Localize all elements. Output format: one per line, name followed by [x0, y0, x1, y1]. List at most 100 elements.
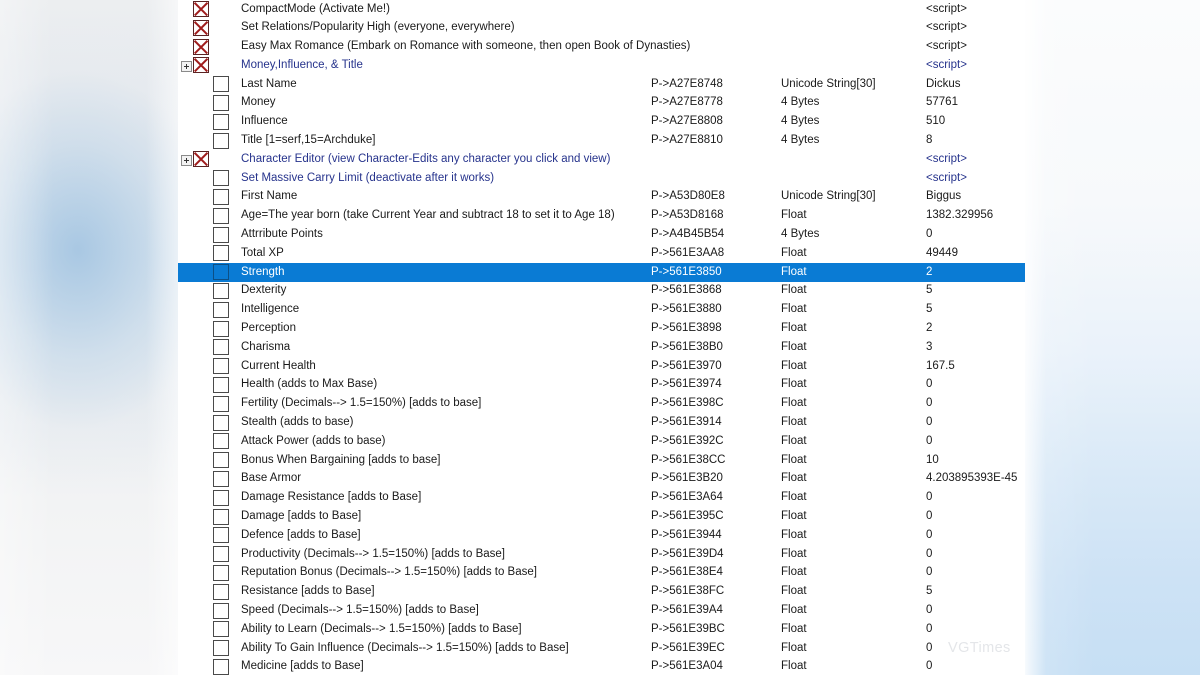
row-description: Fertility (Decimals--> 1.5=150%) [adds t… — [241, 397, 482, 410]
row-value: 5 — [926, 284, 933, 297]
row-checkbox-checked[interactable] — [193, 38, 209, 55]
row-checkbox-checked[interactable] — [193, 19, 209, 36]
row-checkbox[interactable] — [213, 282, 229, 299]
row-description: Reputation Bonus (Decimals--> 1.5=150%) … — [241, 566, 537, 579]
row-type: Float — [781, 547, 807, 560]
table-row[interactable]: Set Massive Carry Limit (deactivate afte… — [178, 169, 1025, 188]
row-checkbox[interactable] — [213, 264, 229, 281]
row-checkbox[interactable] — [213, 376, 229, 393]
row-address: P->A53D80E8 — [651, 190, 725, 203]
row-type: Float — [781, 265, 807, 278]
table-row[interactable]: Easy Max Romance (Embark on Romance with… — [178, 38, 1025, 57]
cheat-table-list[interactable]: CompactMode (Activate Me!) <script> Set Re… — [178, 0, 1025, 675]
row-checkbox[interactable] — [213, 395, 229, 412]
table-row[interactable]: Resistance [adds to Base] P->561E38FC Floa… — [178, 583, 1025, 602]
table-row[interactable]: Damage Resistance [adds to Base] P->561E3… — [178, 489, 1025, 508]
table-row[interactable]: Defence [adds to Base] P->561E3944 Float 0 — [178, 526, 1025, 545]
row-address: P->561E38E4 — [651, 566, 723, 579]
table-row[interactable]: Charisma P->561E38B0 Float 3 — [178, 338, 1025, 357]
desktop-background-left-overlay — [0, 0, 178, 675]
row-type: 4 Bytes — [781, 115, 820, 128]
table-row[interactable]: Stealth (adds to base) P->561E3914 Float 0 — [178, 414, 1025, 433]
row-checkbox[interactable] — [213, 339, 229, 356]
row-value: <script> — [926, 21, 967, 34]
row-checkbox[interactable] — [213, 94, 229, 111]
row-checkbox[interactable] — [213, 602, 229, 619]
row-description: Current Health — [241, 359, 316, 372]
row-value: 0 — [926, 641, 933, 654]
row-checkbox-checked[interactable] — [193, 57, 209, 74]
row-checkbox[interactable] — [213, 113, 229, 130]
row-checkbox[interactable] — [213, 76, 229, 93]
row-checkbox[interactable] — [213, 320, 229, 337]
table-row[interactable]: First Name P->A53D80E8 Unicode String[30] B… — [178, 188, 1025, 207]
row-checkbox[interactable] — [213, 226, 229, 243]
table-row[interactable]: Money P->A27E8778 4 Bytes 57761 — [178, 94, 1025, 113]
row-description: Intelligence — [241, 303, 300, 316]
table-row[interactable]: Age=The year born (take Current Year and… — [178, 207, 1025, 226]
row-value: 0 — [926, 510, 933, 523]
row-description: Productivity (Decimals--> 1.5=150%) [add… — [241, 547, 505, 560]
table-row[interactable]: Set Relations/Popularity High (everyone,… — [178, 19, 1025, 38]
table-row[interactable]: Strength P->561E3850 Float 2 — [178, 263, 1025, 282]
table-row[interactable]: Title [1=serf,15=Archduke] P->A27E8810 4 B… — [178, 132, 1025, 151]
row-description: Speed (Decimals--> 1.5=150%) [adds to Ba… — [241, 604, 479, 616]
row-checkbox[interactable] — [213, 470, 229, 487]
row-type: 4 Bytes — [781, 134, 820, 147]
row-type: Float — [781, 660, 807, 673]
row-checkbox-checked[interactable] — [193, 151, 209, 168]
row-value: 5 — [926, 303, 933, 316]
row-checkbox[interactable] — [213, 527, 229, 544]
row-checkbox[interactable] — [213, 452, 229, 469]
row-checkbox[interactable] — [213, 433, 229, 450]
table-row[interactable]: Base Armor P->561E3B20 Float 4.203895393E-4… — [178, 470, 1025, 489]
table-row[interactable]: Attack Power (adds to base) P->561E392C Fl… — [178, 432, 1025, 451]
row-checkbox[interactable] — [213, 658, 229, 675]
expand-plus-icon[interactable] — [181, 155, 192, 167]
row-type: Unicode String[30] — [781, 77, 876, 90]
table-row[interactable]: Current Health P->561E3970 Float 167.5 — [178, 357, 1025, 376]
row-description: Bonus When Bargaining [adds to base] — [241, 453, 441, 466]
row-checkbox[interactable] — [213, 546, 229, 563]
row-checkbox[interactable] — [213, 188, 229, 205]
row-checkbox[interactable] — [213, 132, 229, 149]
table-row[interactable]: Ability To Gain Influence (Decimals--> 1… — [178, 639, 1025, 658]
table-row[interactable]: Ability to Learn (Decimals--> 1.5=150%) … — [178, 620, 1025, 639]
table-row[interactable]: Medicine [adds to Base] P->561E3A04 Float 0 — [178, 658, 1025, 675]
table-row[interactable]: Dexterity P->561E3868 Float 5 — [178, 282, 1025, 301]
row-checkbox[interactable] — [213, 207, 229, 224]
row-checkbox[interactable] — [213, 170, 229, 187]
table-row[interactable]: Character Editor (view Character-Edits a… — [178, 150, 1025, 169]
row-checkbox[interactable] — [213, 583, 229, 600]
row-checkbox[interactable] — [213, 301, 229, 318]
table-row[interactable]: Productivity (Decimals--> 1.5=150%) [add… — [178, 545, 1025, 564]
row-checkbox[interactable] — [213, 508, 229, 525]
row-checkbox[interactable] — [213, 414, 229, 431]
table-row[interactable]: Last Name P->A27E8748 Unicode String[30] Di… — [178, 75, 1025, 94]
table-row[interactable]: Intelligence P->561E3880 Float 5 — [178, 301, 1025, 320]
table-row[interactable]: Attrribute Points P->A4B45B54 4 Bytes 0 — [178, 226, 1025, 245]
row-checkbox[interactable] — [213, 245, 229, 262]
row-address: P->561E3868 — [651, 284, 722, 297]
table-row[interactable]: Total XP P->561E3AA8 Float 49449 — [178, 244, 1025, 263]
row-description: CompactMode (Activate Me!) — [241, 2, 390, 15]
table-row[interactable]: Health (adds to Max Base) P->561E3974 Floa… — [178, 376, 1025, 395]
row-checkbox[interactable] — [213, 621, 229, 638]
table-row[interactable]: Speed (Decimals--> 1.5=150%) [adds to Ba… — [178, 602, 1025, 621]
row-checkbox[interactable] — [213, 640, 229, 657]
row-checkbox[interactable] — [213, 564, 229, 581]
row-checkbox[interactable] — [213, 358, 229, 375]
table-row[interactable]: Influence P->A27E8808 4 Bytes 510 — [178, 113, 1025, 132]
table-row[interactable]: CompactMode (Activate Me!) <script> — [178, 0, 1025, 19]
expand-plus-icon[interactable] — [181, 61, 192, 73]
row-checkbox[interactable] — [213, 489, 229, 506]
row-address: P->561E39EC — [651, 641, 725, 654]
table-row[interactable]: Bonus When Bargaining [adds to base] P->5… — [178, 451, 1025, 470]
table-row[interactable]: Money,Influence, & Title <script> — [178, 56, 1025, 75]
table-row[interactable]: Damage [adds to Base] P->561E395C Float 0 — [178, 508, 1025, 527]
table-row[interactable]: Fertility (Decimals--> 1.5=150%) [adds t… — [178, 395, 1025, 414]
row-value: 0 — [926, 604, 933, 616]
row-checkbox-checked[interactable] — [193, 1, 209, 17]
table-row[interactable]: Perception P->561E3898 Float 2 — [178, 320, 1025, 339]
table-row[interactable]: Reputation Bonus (Decimals--> 1.5=150%) … — [178, 564, 1025, 583]
